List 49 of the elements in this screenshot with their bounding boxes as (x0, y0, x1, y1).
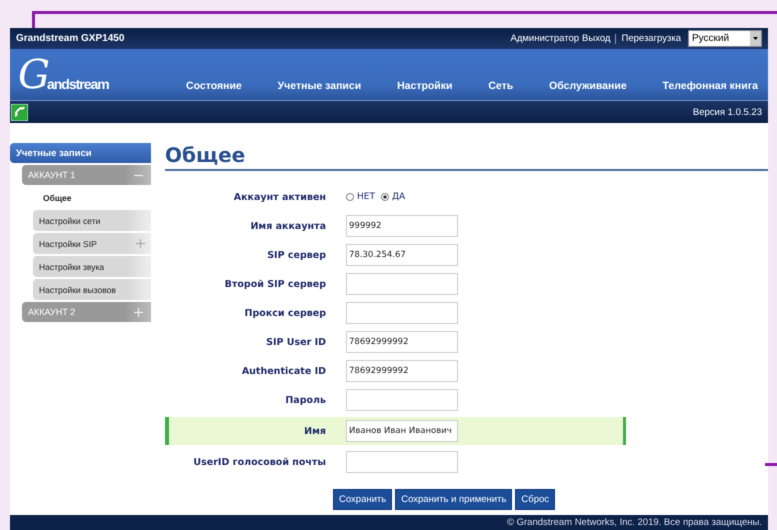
field-label: Пароль (284, 394, 326, 406)
top-link[interactable]: Выход (582, 33, 610, 44)
phone-icon[interactable] (11, 104, 28, 120)
field-label: Второй SIP сервер (224, 278, 326, 290)
field-label: Аккаунт активен (232, 192, 326, 202)
input-field[interactable] (346, 273, 458, 295)
form-button[interactable]: Сохранить (333, 489, 392, 510)
sidebar-item[interactable]: Настройки звука (33, 256, 151, 277)
input-field[interactable] (346, 302, 458, 324)
sidebar-header[interactable]: Учетные записи (10, 143, 151, 163)
plus-icon[interactable] (136, 239, 145, 248)
input-field[interactable]: 78692999992 (346, 360, 458, 382)
form-button[interactable]: Сохранить и применить (395, 489, 512, 510)
version-text: Версия 1.0.5.23 (692, 106, 762, 118)
input-field[interactable]: 78.30.254.67 (346, 244, 458, 266)
logo: Gandstream (18, 51, 110, 95)
window-title: Grandstream GXP1450 (16, 33, 124, 44)
language-select[interactable]: Русский (688, 30, 762, 47)
page-title: Общее (165, 143, 768, 171)
form-button[interactable]: Сброс (515, 489, 556, 510)
radio-button[interactable] (380, 193, 389, 201)
input-field[interactable]: 78692999992 (346, 331, 458, 353)
nav-tab[interactable]: Состояние (186, 80, 242, 95)
radio-label: ДА (392, 192, 406, 202)
sidebar-item[interactable]: Настройки вызовов (33, 279, 151, 300)
top-link[interactable]: Перезагрузка (621, 33, 681, 44)
input-field[interactable] (346, 389, 458, 411)
field-label: Прокси сервер (244, 308, 326, 318)
nav-tab[interactable]: Учетные записи (278, 80, 362, 95)
nav-tab[interactable]: Настройки (397, 80, 452, 95)
field-label: SIP User ID (265, 336, 326, 348)
input-field[interactable]: Иванов Иван Иванович (346, 420, 458, 442)
radio-button[interactable] (346, 193, 354, 201)
dropdown-icon (750, 31, 761, 46)
copyright-text: © Grandstream Networks, Inc. 2019. Все права защищены. (506, 517, 762, 528)
radio-label: НЕТ (357, 192, 375, 202)
field-label: UserID голосовой почты (192, 456, 326, 468)
field-label: SIP сервер (266, 250, 326, 260)
top-link[interactable]: Администратор (510, 33, 580, 44)
sidebar-item[interactable]: Настройки SIP (33, 233, 151, 254)
field-label: Имя аккаунта (249, 220, 326, 232)
nav-tab[interactable]: Сеть (488, 80, 514, 95)
field-label: Имя (303, 426, 326, 436)
nav-tab[interactable]: Телефонная книга (662, 80, 758, 95)
sidebar-item[interactable]: Настройки сети (33, 210, 151, 231)
input-field[interactable]: 999992 (346, 215, 458, 237)
field-label: Authenticate ID (240, 366, 326, 376)
nav-tab[interactable]: Обслуживание (549, 80, 627, 95)
input-field[interactable] (346, 451, 458, 473)
